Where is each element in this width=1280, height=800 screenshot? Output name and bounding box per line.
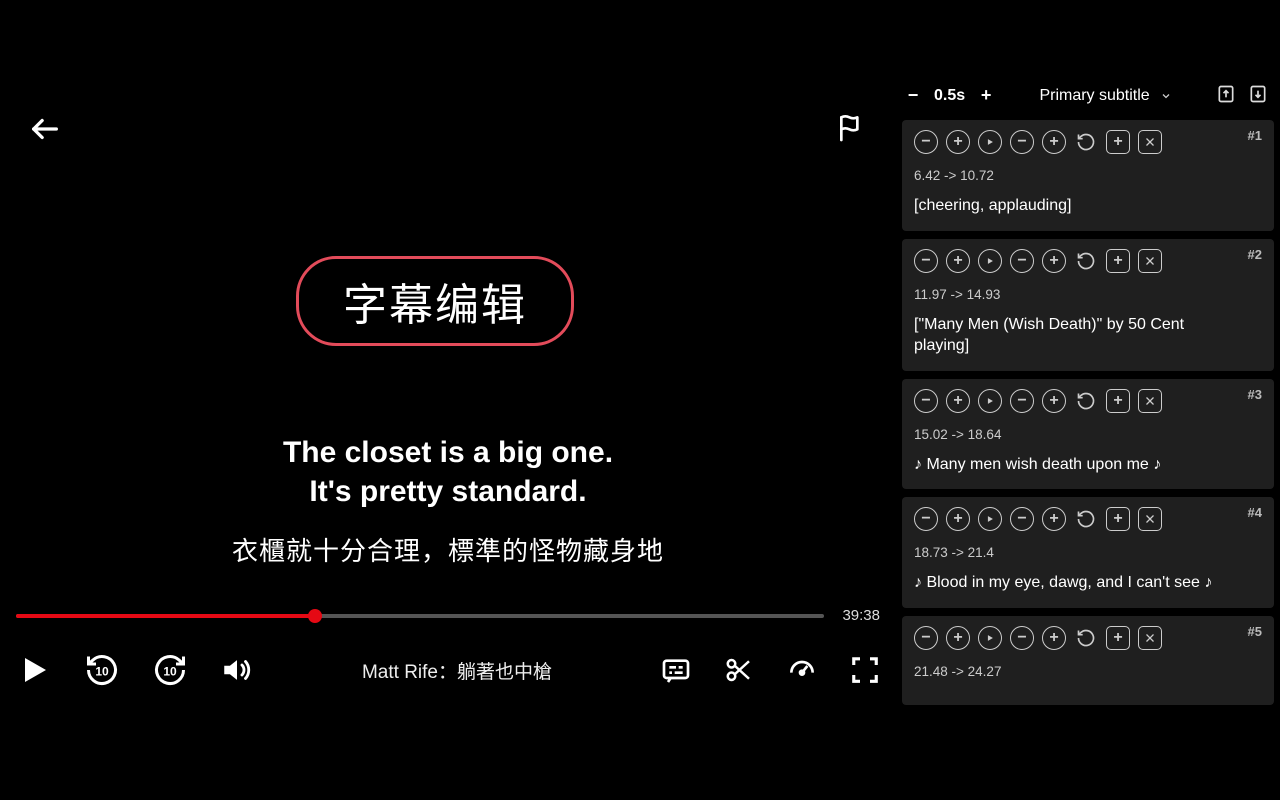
cue-time-range: 18.73 -> 21.4 — [914, 545, 1262, 560]
step-increase-button[interactable]: + — [977, 87, 995, 105]
cue-index: #2 — [1248, 247, 1262, 262]
cue-reset-button[interactable] — [1074, 389, 1098, 413]
cue-end-plus-button[interactable]: + — [1042, 626, 1066, 650]
subtitle-secondary: 衣櫃就十分合理，標準的怪物藏身地 — [0, 531, 896, 568]
cue-time-range: 6.42 -> 10.72 — [914, 168, 1262, 183]
subtitle-overlay: The closet is a big one. It's pretty sta… — [0, 433, 896, 568]
cue-delete-button[interactable] — [1138, 507, 1162, 531]
cue-item[interactable]: #5 − + − + + 21.48 -> 24.27 — [902, 616, 1274, 705]
cue-end-minus-button[interactable]: − — [1010, 507, 1034, 531]
cue-time-range: 15.02 -> 18.64 — [914, 427, 1262, 442]
play-button[interactable] — [16, 652, 52, 688]
cue-delete-button[interactable] — [1138, 626, 1162, 650]
video-player-area: 字幕编辑 The closet is a big one. It's prett… — [0, 0, 896, 800]
cue-play-button[interactable] — [978, 130, 1002, 154]
cue-delete-button[interactable] — [1138, 249, 1162, 273]
cue-play-button[interactable] — [978, 389, 1002, 413]
cue-text[interactable]: ♪ Blood in my eye, dawg, and I can't see… — [914, 572, 1262, 594]
cue-end-minus-button[interactable]: − — [1010, 249, 1034, 273]
cue-end-minus-button[interactable]: − — [1010, 389, 1034, 413]
flag-icon[interactable] — [836, 112, 868, 144]
cue-index: #3 — [1248, 387, 1262, 402]
volume-button[interactable] — [220, 653, 254, 687]
cue-start-plus-button[interactable]: + — [946, 507, 970, 531]
cue-start-minus-button[interactable]: − — [914, 389, 938, 413]
forward-10-button[interactable]: 10 — [152, 652, 188, 688]
cue-time-range: 11.97 -> 14.93 — [914, 287, 1262, 302]
step-decrease-button[interactable]: − — [904, 87, 922, 105]
cue-index: #1 — [1248, 128, 1262, 143]
cue-start-minus-button[interactable]: − — [914, 130, 938, 154]
playback-speed-button[interactable] — [786, 654, 818, 686]
cue-end-plus-button[interactable]: + — [1042, 389, 1066, 413]
cue-text[interactable]: ["Many Men (Wish Death)" by 50 Centplayi… — [914, 314, 1262, 357]
subtitle-primary-line: The closet is a big one. — [0, 433, 896, 472]
cue-add-button[interactable]: + — [1106, 626, 1130, 650]
cue-reset-button[interactable] — [1074, 249, 1098, 273]
subtitle-track-dropdown[interactable]: Primary subtitle — [1007, 87, 1204, 105]
cue-reset-button[interactable] — [1074, 507, 1098, 531]
cue-add-button[interactable]: + — [1106, 249, 1130, 273]
cue-end-minus-button[interactable]: − — [1010, 130, 1034, 154]
cue-start-minus-button[interactable]: − — [914, 626, 938, 650]
subtitle-editor-badge: 字幕编辑 — [296, 256, 574, 346]
cue-start-minus-button[interactable]: − — [914, 249, 938, 273]
rewind-10-button[interactable]: 10 — [84, 652, 120, 688]
subtitle-primary-line: It's pretty standard. — [0, 472, 896, 511]
cue-start-plus-button[interactable]: + — [946, 389, 970, 413]
cue-start-plus-button[interactable]: + — [946, 130, 970, 154]
video-title: Matt Rife：躺著也中槍 — [254, 657, 660, 684]
cue-delete-button[interactable] — [1138, 389, 1162, 413]
cue-end-plus-button[interactable]: + — [1042, 130, 1066, 154]
cue-start-plus-button[interactable]: + — [946, 249, 970, 273]
progress-knob[interactable] — [308, 609, 322, 623]
cue-item[interactable]: #1 − + − + + 6.42 -> 10.72 [cheering, app… — [902, 120, 1274, 231]
subtitle-editor-panel: − 0.5s + Primary subtitle #1 − + − + + 6… — [896, 0, 1280, 800]
scissors-icon[interactable] — [724, 655, 754, 685]
progress-bar[interactable] — [16, 614, 824, 618]
cue-delete-button[interactable] — [1138, 130, 1162, 154]
svg-text:10: 10 — [163, 664, 177, 678]
cue-index: #5 — [1248, 624, 1262, 639]
upload-icon[interactable] — [1216, 84, 1236, 108]
cue-end-plus-button[interactable]: + — [1042, 249, 1066, 273]
progress-fill — [16, 614, 315, 618]
back-button[interactable] — [28, 112, 62, 146]
chevron-down-icon — [1160, 90, 1172, 102]
svg-text:10: 10 — [95, 664, 109, 678]
cue-reset-button[interactable] — [1074, 130, 1098, 154]
cue-item[interactable]: #3 − + − + + 15.02 -> 18.64 ♪ Many men wi… — [902, 379, 1274, 490]
subtitles-button[interactable] — [660, 654, 692, 686]
cue-index: #4 — [1248, 505, 1262, 520]
cue-item[interactable]: #2 − + − + + 11.97 -> 14.93 ["Many Men (W… — [902, 239, 1274, 371]
dropdown-label: Primary subtitle — [1039, 87, 1149, 105]
cue-end-plus-button[interactable]: + — [1042, 507, 1066, 531]
cue-start-plus-button[interactable]: + — [946, 626, 970, 650]
cue-text[interactable]: ♪ Many men wish death upon me ♪ — [914, 454, 1262, 476]
total-time: 39:38 — [842, 607, 880, 624]
cue-text[interactable]: [cheering, applauding] — [914, 195, 1262, 217]
cue-item[interactable]: #4 − + − + + 18.73 -> 21.4 ♪ Blood in my … — [902, 497, 1274, 608]
cue-start-minus-button[interactable]: − — [914, 507, 938, 531]
cue-add-button[interactable]: + — [1106, 130, 1130, 154]
step-value: 0.5s — [934, 87, 965, 105]
cue-play-button[interactable] — [978, 249, 1002, 273]
cue-play-button[interactable] — [978, 507, 1002, 531]
download-icon[interactable] — [1248, 84, 1268, 108]
cue-add-button[interactable]: + — [1106, 389, 1130, 413]
cue-reset-button[interactable] — [1074, 626, 1098, 650]
cue-time-range: 21.48 -> 24.27 — [914, 664, 1262, 679]
cue-end-minus-button[interactable]: − — [1010, 626, 1034, 650]
cue-play-button[interactable] — [978, 626, 1002, 650]
cue-add-button[interactable]: + — [1106, 507, 1130, 531]
fullscreen-button[interactable] — [850, 655, 880, 685]
